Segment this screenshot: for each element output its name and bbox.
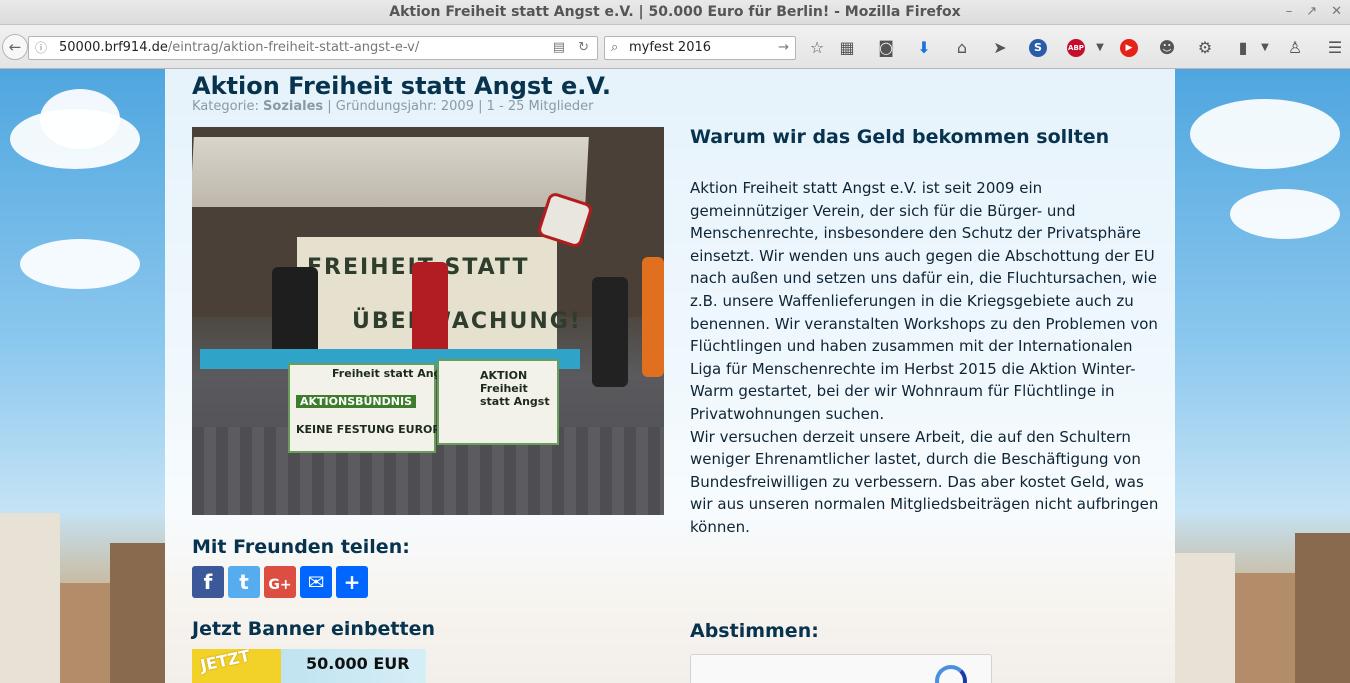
back-arrow-icon: ← — [8, 38, 22, 56]
share-buttons: f t G+ ✉ + — [192, 566, 368, 598]
search-go-icon[interactable]: → — [778, 37, 789, 59]
window-titlebar: Aktion Freiheit statt Angst e.V. | 50.00… — [0, 0, 1350, 25]
downloads-icon[interactable]: ⬇ — [913, 38, 935, 58]
embed-banner-amount: 50.000 EUR — [306, 654, 410, 673]
back-button[interactable]: ← — [2, 34, 28, 60]
photo-sign-left-title: Freiheit statt Angst — [332, 367, 454, 380]
photo-person — [642, 257, 664, 377]
photo-sign-right-title: AKTION Freiheit statt Angst — [480, 369, 550, 408]
minimize-icon[interactable]: – — [1286, 0, 1293, 24]
facebook-icon: f — [203, 570, 213, 594]
embed-banner-jetzt: JETZT — [198, 649, 252, 676]
url-bar[interactable]: ⓘ 50000.brf914.de/eintrag/aktion-freihei… — [28, 36, 598, 60]
google-plus-share-button[interactable]: G+ — [264, 566, 296, 598]
entry-title: Aktion Freiheit statt Angst e.V. — [192, 72, 611, 100]
s-addon-icon[interactable]: S — [1029, 39, 1047, 57]
privacy-icon[interactable]: ♙ — [1284, 38, 1306, 58]
clipboard-dropdown-icon[interactable]: ▼ — [1254, 38, 1276, 58]
bookmarks-list-icon[interactable]: ▦ — [836, 38, 858, 58]
why-heading: Warum wir das Geld bekommen sollten — [690, 126, 1110, 148]
email-share-button[interactable]: ✉ — [300, 566, 332, 598]
navigation-toolbar: ← ⓘ 50000.brf914.de/eintrag/aktion-freih… — [0, 25, 1350, 69]
share-plus-share-button[interactable]: + — [336, 566, 368, 598]
addon-gear-icon[interactable]: ⚙ — [1194, 38, 1216, 58]
embed-heading: Jetzt Banner einbetten — [192, 618, 436, 640]
reader-view-icon[interactable]: ▤ — [553, 37, 565, 59]
background-building — [0, 513, 60, 683]
entry-photo: FREIHEIT STATT ÜBERWACHUNG! Freiheit sta… — [192, 127, 664, 515]
background-cloud — [20, 239, 140, 289]
background-cloud — [1230, 189, 1340, 239]
facebook-share-button[interactable]: f — [192, 566, 224, 598]
entry-content: Aktion Freiheit statt Angst e.V. Kategor… — [165, 69, 1175, 683]
search-bar[interactable]: ⌕ myfest 2016 → — [604, 36, 796, 60]
background-cloud — [40, 89, 120, 149]
site-info-icon[interactable]: ⓘ — [35, 37, 47, 59]
send-icon[interactable]: ➤ — [989, 38, 1011, 58]
bookmark-star-icon[interactable]: ☆ — [806, 38, 828, 58]
why-paragraph-2: Wir versuchen derzeit unsere Arbeit, die… — [690, 427, 1159, 536]
window-controls: – ↗ ✕ — [1286, 0, 1342, 24]
chat-icon[interactable]: ☻ — [1156, 38, 1178, 58]
pocket-icon[interactable]: ◙ — [875, 38, 897, 58]
photo-person — [592, 277, 628, 387]
url-path: /eintrag/aktion-freiheit-statt-angst-e-v… — [167, 40, 420, 55]
search-icon: ⌕ — [611, 40, 619, 55]
photo-tent-roof — [192, 137, 589, 207]
entry-meta: Kategorie: Soziales | Gründungsjahr: 200… — [192, 99, 594, 114]
adblock-dropdown-icon[interactable]: ▼ — [1089, 38, 1111, 58]
meta-category-link[interactable]: Soziales — [263, 99, 323, 114]
email-icon: ✉ — [307, 570, 325, 594]
video-addon-icon[interactable]: ▶ — [1120, 39, 1138, 57]
reload-icon[interactable]: ↻ — [578, 37, 589, 59]
meta-category-label: Kategorie: — [192, 99, 264, 114]
photo-person — [272, 267, 318, 357]
why-paragraph-1: Aktion Freiheit statt Angst e.V. ist sei… — [690, 179, 1158, 423]
vote-heading: Abstimmen: — [690, 620, 819, 642]
background-building — [1175, 553, 1235, 683]
share-plus-icon: + — [343, 570, 361, 594]
search-input[interactable]: myfest 2016 — [629, 37, 711, 59]
clipboard-icon[interactable]: ▮ — [1232, 38, 1254, 58]
photo-person — [412, 262, 448, 357]
photo-sign-left-sub: AKTIONSBÜNDNIS — [296, 395, 416, 408]
menu-icon[interactable]: ☰ — [1324, 38, 1346, 58]
background-cloud — [1190, 99, 1340, 169]
meta-details: | Gründungsjahr: 2009 | 1 - 25 Mitgliede… — [323, 99, 594, 114]
window-title: Aktion Freiheit statt Angst e.V. | 50.00… — [389, 4, 961, 20]
close-icon[interactable]: ✕ — [1331, 0, 1342, 24]
url-text: 50000.brf914.de/eintrag/aktion-freiheit-… — [59, 37, 419, 59]
adblock-plus-icon[interactable]: ABP — [1067, 39, 1085, 57]
recaptcha-widget[interactable] — [690, 654, 992, 683]
background-building — [1295, 533, 1350, 683]
home-icon[interactable]: ⌂ — [951, 38, 973, 58]
maximize-icon[interactable]: ↗ — [1306, 0, 1317, 24]
embed-banner[interactable]: JETZT 50.000 EUR — [192, 649, 426, 683]
background-building — [110, 543, 165, 683]
background-building — [1235, 573, 1295, 683]
page-viewport: Aktion Freiheit statt Angst e.V. Kategor… — [0, 69, 1350, 683]
url-host: 50000.brf914.de — [59, 40, 168, 55]
photo-banner-text-2: ÜBERWACHUNG! — [352, 309, 582, 334]
recaptcha-logo-icon — [935, 665, 967, 683]
why-text: Aktion Freiheit statt Angst e.V. ist sei… — [690, 177, 1165, 539]
background-building — [60, 583, 110, 683]
twitter-icon: t — [239, 570, 249, 594]
photo-sign-left-footer: KEINE FESTUNG EUROPA — [296, 423, 448, 436]
google-plus-icon: G+ — [268, 577, 292, 593]
share-heading: Mit Freunden teilen: — [192, 536, 410, 558]
twitter-share-button[interactable]: t — [228, 566, 260, 598]
